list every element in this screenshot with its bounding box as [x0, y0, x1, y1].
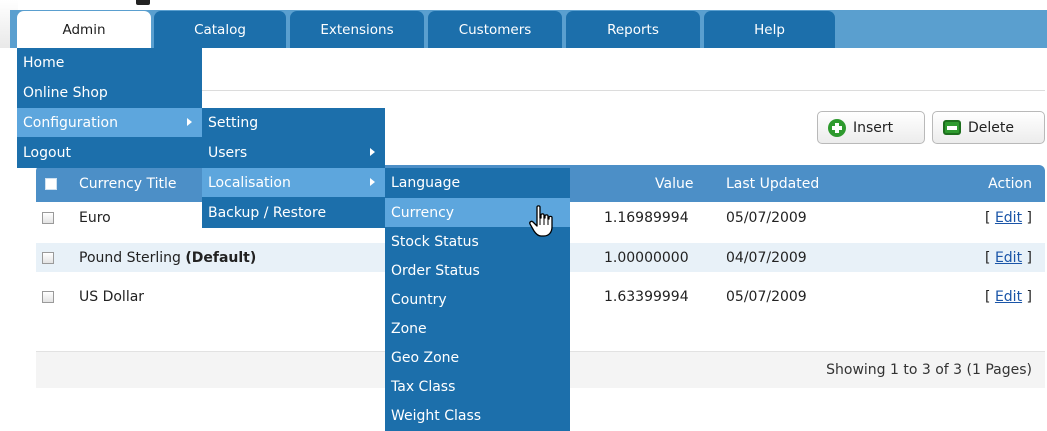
currency-title: US Dollar	[79, 288, 145, 305]
menu-item-users-label: Users	[208, 144, 248, 161]
menu-item-order-status[interactable]: Order Status	[385, 256, 570, 285]
menu-item-language[interactable]: Language	[385, 168, 570, 197]
plus-icon	[828, 118, 846, 137]
menu-item-logout[interactable]: Logout	[17, 138, 202, 167]
tab-help[interactable]: Help	[704, 11, 835, 48]
menu-item-weight-class[interactable]: Weight Class	[385, 401, 570, 430]
menu-item-setting[interactable]: Setting	[202, 108, 385, 137]
last-updated: 05/07/2009	[726, 288, 807, 305]
action-cell: [ Edit ]	[985, 288, 1032, 305]
submenu-arrow-icon	[187, 118, 192, 126]
pagination-text: Showing 1 to 3 of 3 (1 Pages)	[826, 362, 1032, 378]
menu-item-localisation-label: Localisation	[208, 174, 291, 191]
menu-item-country[interactable]: Country	[385, 285, 570, 314]
currency-value: 1.00000000	[604, 249, 689, 266]
row-checkbox[interactable]	[42, 212, 54, 224]
menu-item-users[interactable]: Users	[202, 138, 385, 167]
currency-title: Pound Sterling (Default)	[79, 243, 256, 272]
tab-catalog[interactable]: Catalog	[154, 11, 286, 48]
row-checkbox[interactable]	[42, 291, 54, 303]
menu-item-localisation[interactable]: Localisation	[202, 168, 385, 197]
currency-title-text: Pound Sterling	[79, 249, 181, 266]
edit-link[interactable]: Edit	[995, 210, 1022, 226]
column-currency-title[interactable]: Currency Title	[79, 165, 177, 202]
menu-item-zone[interactable]: Zone	[385, 314, 570, 343]
hand-pointer-icon	[529, 205, 553, 237]
menu-item-online-shop[interactable]: Online Shop	[17, 78, 202, 107]
delete-button[interactable]: Delete	[932, 111, 1045, 144]
top-navigation: Admin Catalog Extensions Customers Repor…	[0, 0, 1047, 48]
last-updated: 05/07/2009	[726, 209, 807, 226]
select-all-checkbox[interactable]	[45, 178, 57, 190]
menu-item-configuration[interactable]: Configuration	[17, 108, 202, 137]
column-last-updated[interactable]: Last Updated	[726, 165, 819, 202]
column-value[interactable]: Value	[655, 165, 693, 202]
action-cell: [ Edit ]	[985, 249, 1032, 266]
action-cell: [ Edit ]	[985, 209, 1032, 226]
configuration-submenu: Setting Users Localisation Backup / Rest…	[202, 108, 385, 228]
insert-button[interactable]: Insert	[817, 111, 925, 144]
menu-item-geo-zone[interactable]: Geo Zone	[385, 343, 570, 372]
default-tag: (Default)	[185, 249, 257, 266]
header-divider	[202, 90, 1045, 91]
menu-item-home[interactable]: Home	[17, 48, 202, 77]
row-checkbox[interactable]	[42, 252, 54, 264]
insert-button-label: Insert	[853, 119, 894, 136]
currency-value: 1.63399994	[604, 288, 689, 305]
submenu-arrow-icon	[370, 148, 375, 156]
edit-link[interactable]: Edit	[995, 289, 1022, 305]
edit-link[interactable]: Edit	[995, 250, 1022, 266]
tab-customers[interactable]: Customers	[428, 11, 562, 48]
menu-item-backup-restore[interactable]: Backup / Restore	[202, 198, 385, 227]
menu-item-tax-class[interactable]: Tax Class	[385, 372, 570, 401]
admin-dropdown-menu: Home Online Shop Configuration Logout	[17, 48, 202, 168]
column-action: Action	[988, 175, 1032, 192]
last-updated: 04/07/2009	[726, 249, 807, 266]
menu-item-configuration-label: Configuration	[23, 114, 118, 131]
currency-title: Euro	[79, 209, 111, 226]
currency-value: 1.16989994	[604, 209, 689, 226]
logo-fragment	[136, 0, 150, 5]
tab-admin[interactable]: Admin	[17, 11, 151, 48]
tab-extensions[interactable]: Extensions	[290, 11, 424, 48]
delete-button-label: Delete	[968, 119, 1014, 136]
tab-reports[interactable]: Reports	[566, 11, 700, 48]
submenu-arrow-icon	[370, 178, 375, 186]
minus-icon	[943, 120, 961, 135]
